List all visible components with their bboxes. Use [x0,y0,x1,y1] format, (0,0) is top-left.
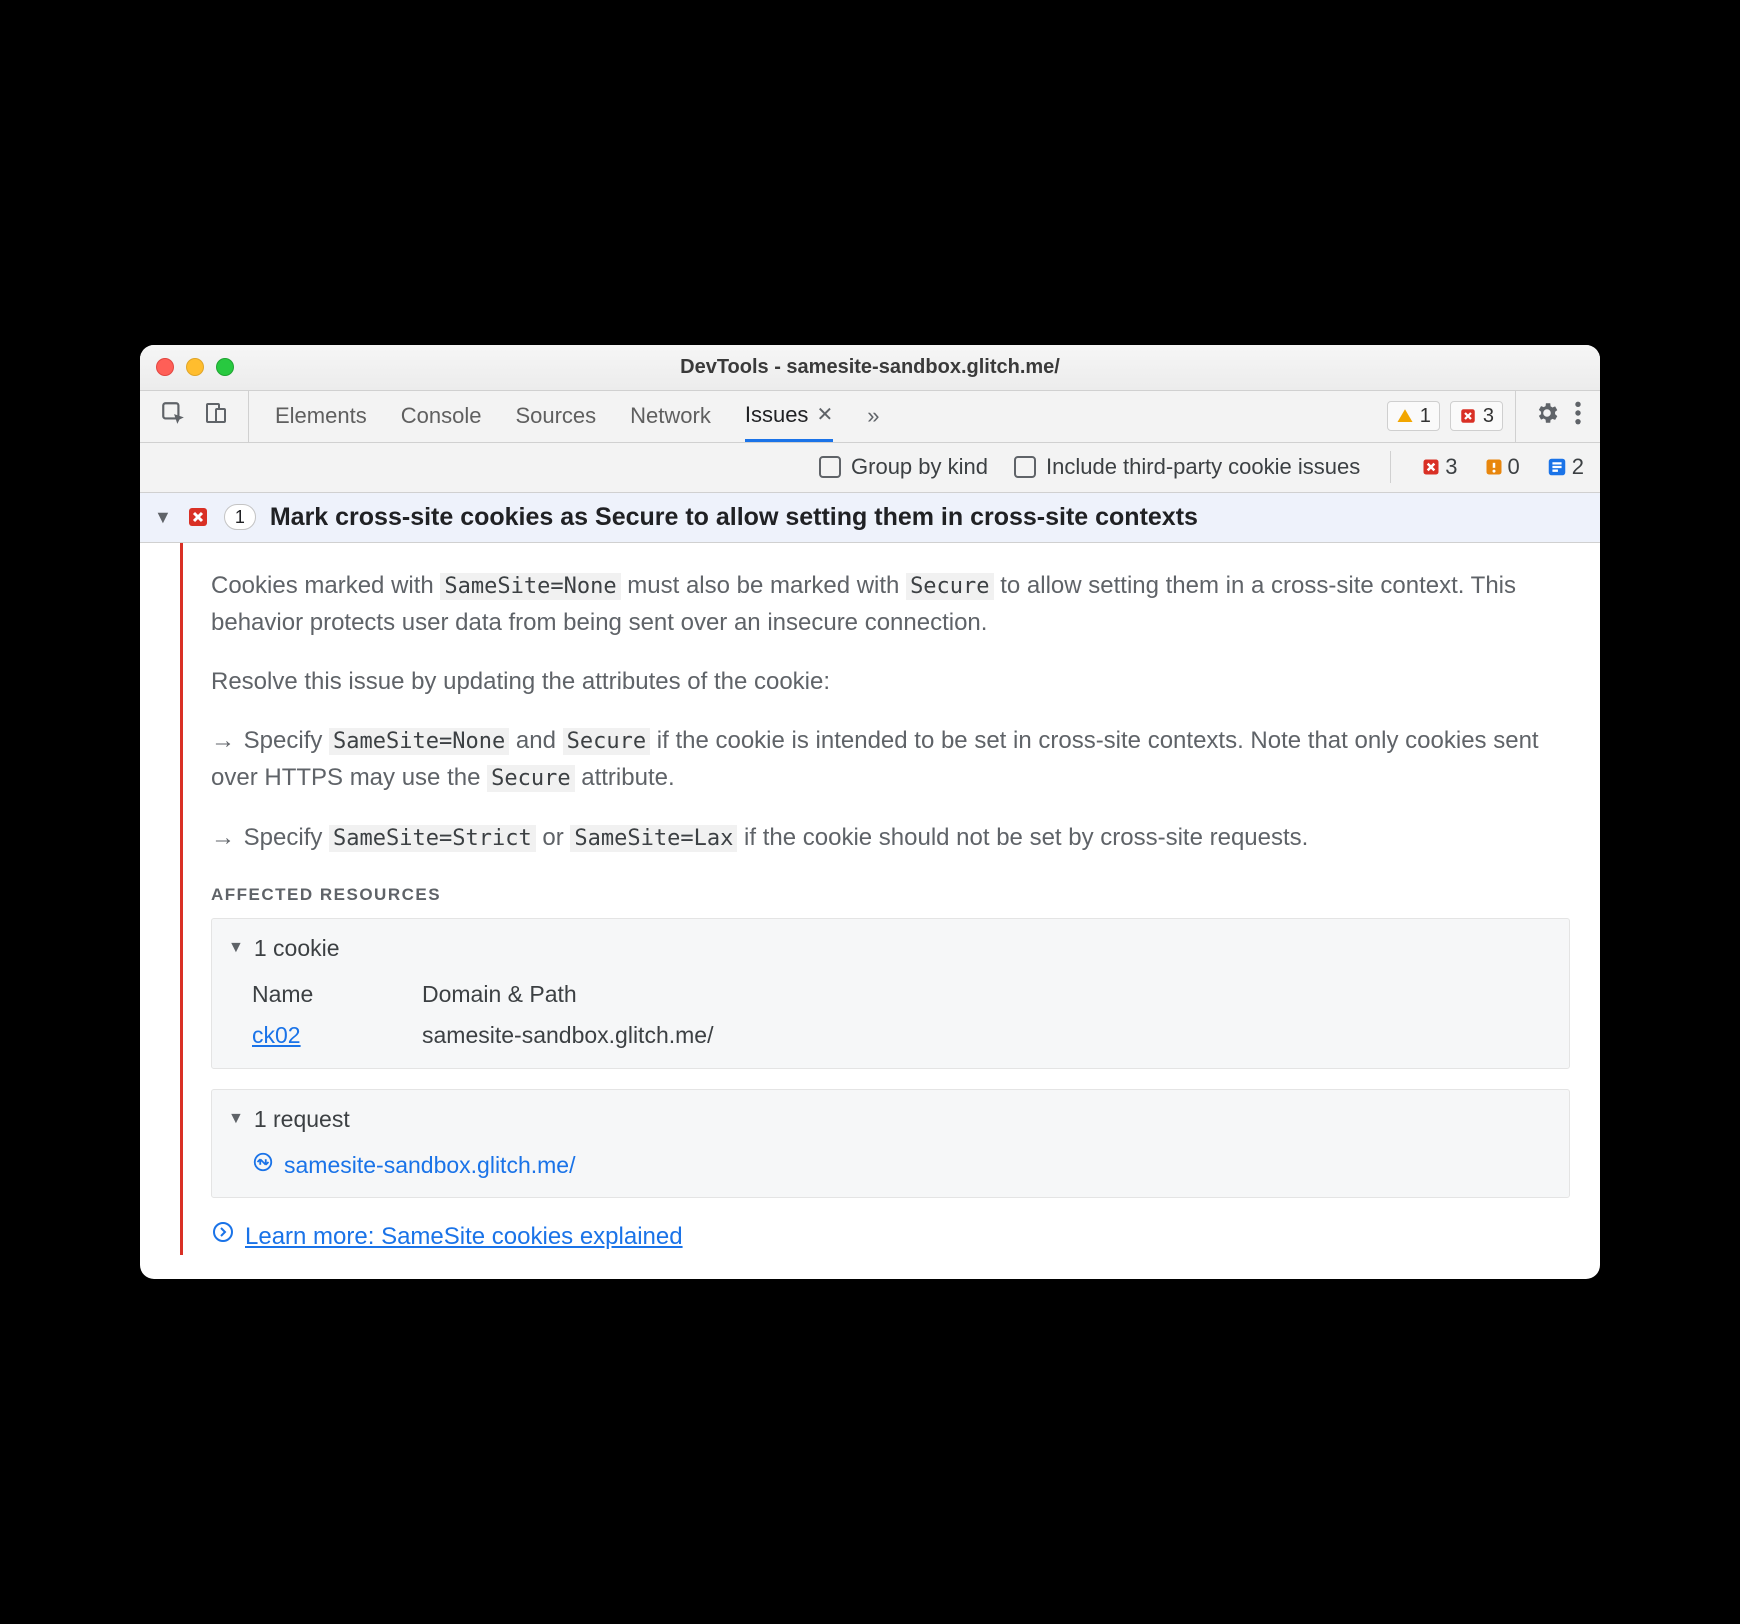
tab-network[interactable]: Network [630,391,711,442]
affected-resources-heading: AFFECTED RESOURCES [211,882,1570,908]
issue-description-2: Resolve this issue by updating the attri… [211,663,1570,700]
code-snippet: Secure [563,728,650,755]
settings-icon[interactable] [1534,400,1560,432]
arrow-circle-icon [211,1218,235,1255]
device-toolbar-icon[interactable] [204,400,228,432]
expand-caret-icon: ▼ [228,1107,244,1132]
issue-count-badge: 1 [224,504,256,530]
code-snippet: Secure [906,573,993,600]
warnings-count: 1 [1420,405,1431,428]
expand-caret-icon: ▼ [154,507,172,528]
resolution-item-2: → Specify SameSite=Strict or SameSite=La… [211,819,1570,856]
fullscreen-window-button[interactable] [216,358,234,376]
group-by-kind-checkbox[interactable]: Group by kind [819,454,988,480]
warnings-badge[interactable]: 1 [1387,401,1440,431]
error-icon [186,505,210,529]
checkbox-icon [819,456,841,478]
errors-badge[interactable]: 3 [1450,401,1503,431]
tab-sources[interactable]: Sources [515,391,596,442]
request-panel-header[interactable]: ▼ 1 request [228,1102,1553,1138]
issue-body: Cookies marked with SameSite=None must a… [140,543,1600,1280]
info-counter[interactable]: 2 [1546,454,1584,480]
checkbox-icon [1014,456,1036,478]
col-name: Name [252,977,392,1013]
window-controls [156,358,234,376]
col-domain: Domain & Path [422,977,1553,1013]
issues-filter-bar: Group by kind Include third-party cookie… [140,443,1600,493]
affected-requests-panel: ▼ 1 request samesite-sandbox.glitch.me/ [211,1089,1570,1198]
resolution-item-1: → Specify SameSite=None and Secure if th… [211,722,1570,796]
issue-title: Mark cross-site cookies as Secure to all… [270,503,1198,532]
error-counter[interactable]: 3 [1421,454,1457,480]
close-tab-icon[interactable]: ✕ [816,402,833,427]
learn-more-row: Learn more: SameSite cookies explained [211,1218,1570,1255]
issue-header-row[interactable]: ▼ 1 Mark cross-site cookies as Secure to… [140,493,1600,543]
window-title: DevTools - samesite-sandbox.glitch.me/ [140,356,1600,379]
titlebar: DevTools - samesite-sandbox.glitch.me/ [140,345,1600,391]
severity-indicator [180,543,183,1256]
more-options-icon[interactable] [1574,400,1582,432]
network-icon [252,1148,274,1184]
devtools-window: DevTools - samesite-sandbox.glitch.me/ E… [140,345,1600,1280]
divider [1390,451,1391,483]
tab-console[interactable]: Console [401,391,482,442]
cookie-domain: samesite-sandbox.glitch.me/ [422,1018,1553,1054]
errors-count: 3 [1483,405,1494,428]
learn-more-link[interactable]: Learn more: SameSite cookies explained [245,1218,683,1255]
code-snippet: SameSite=Strict [329,825,536,852]
minimize-window-button[interactable] [186,358,204,376]
request-link[interactable]: samesite-sandbox.glitch.me/ [284,1148,575,1184]
code-snippet: SameSite=None [440,573,620,600]
code-snippet: SameSite=Lax [570,825,737,852]
tab-elements[interactable]: Elements [275,391,367,442]
inspect-element-icon[interactable] [160,400,186,432]
devtools-tabbar: Elements Console Sources Network Issues … [140,391,1600,443]
code-snippet: SameSite=None [329,728,509,755]
issue-description-1: Cookies marked with SameSite=None must a… [211,567,1570,641]
expand-caret-icon: ▼ [228,936,244,961]
close-window-button[interactable] [156,358,174,376]
affected-cookies-panel: ▼ 1 cookie Name Domain & Path ck02 sames… [211,918,1570,1069]
include-thirdparty-checkbox[interactable]: Include third-party cookie issues [1014,454,1360,480]
code-snippet: Secure [487,765,574,792]
cookie-name-link[interactable]: ck02 [252,1022,301,1048]
tab-issues[interactable]: Issues ✕ [745,391,833,442]
cookie-panel-header[interactable]: ▼ 1 cookie [228,931,1553,967]
more-tabs-icon[interactable]: » [867,403,879,429]
warning-counter[interactable]: 0 [1484,454,1520,480]
